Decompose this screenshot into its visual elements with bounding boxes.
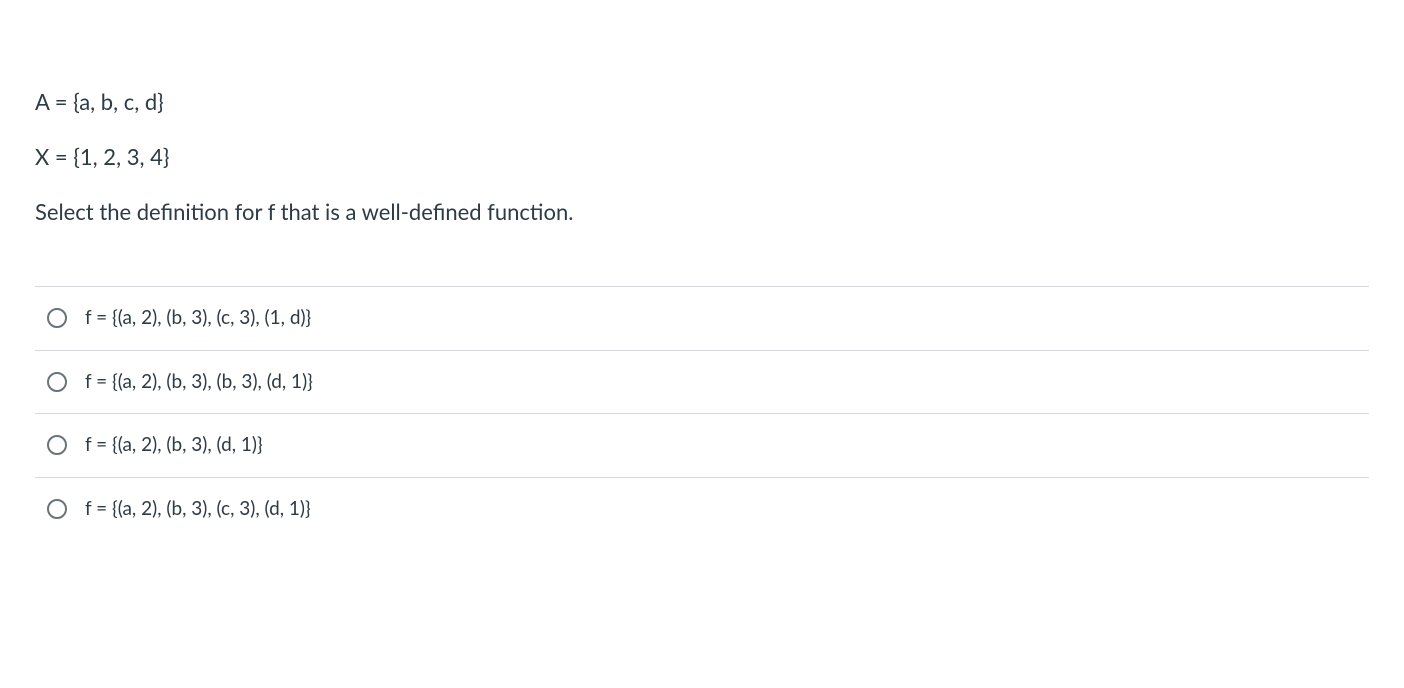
radio-icon[interactable] bbox=[47, 308, 67, 328]
option-3[interactable]: f = {(a, 2), (b, 3), (d, 1)} bbox=[35, 414, 1369, 478]
option-4[interactable]: f = {(a, 2), (b, 3), (c, 3), (d, 1)} bbox=[35, 478, 1369, 541]
options-list: f = {(a, 2), (b, 3), (c, 3), (1, d)} f =… bbox=[35, 286, 1369, 540]
option-label: f = {(a, 2), (b, 3), (d, 1)} bbox=[85, 432, 263, 459]
option-label: f = {(a, 2), (b, 3), (c, 3), (1, d)} bbox=[85, 305, 311, 332]
question-prompt: Select the definition for f that is a we… bbox=[35, 195, 1369, 228]
question-stem: A = {a, b, c, d} X = {1, 2, 3, 4} Select… bbox=[35, 85, 1369, 228]
question-container: A = {a, b, c, d} X = {1, 2, 3, 4} Select… bbox=[0, 0, 1404, 540]
option-2[interactable]: f = {(a, 2), (b, 3), (b, 3), (d, 1)} bbox=[35, 351, 1369, 415]
option-label: f = {(a, 2), (b, 3), (c, 3), (d, 1)} bbox=[85, 496, 311, 523]
radio-icon[interactable] bbox=[47, 499, 67, 519]
option-1[interactable]: f = {(a, 2), (b, 3), (c, 3), (1, d)} bbox=[35, 287, 1369, 351]
option-label: f = {(a, 2), (b, 3), (b, 3), (d, 1)} bbox=[85, 369, 313, 396]
set-x-definition: X = {1, 2, 3, 4} bbox=[35, 140, 1369, 173]
radio-icon[interactable] bbox=[47, 435, 67, 455]
radio-icon[interactable] bbox=[47, 372, 67, 392]
set-a-definition: A = {a, b, c, d} bbox=[35, 85, 1369, 118]
